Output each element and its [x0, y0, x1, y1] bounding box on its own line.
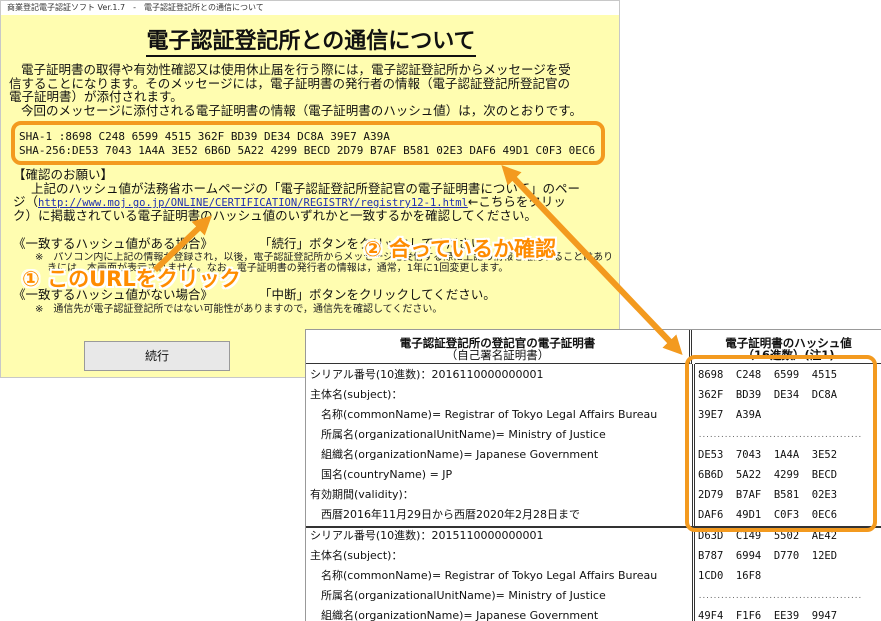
intro-line-1: 電子証明書の取得や有効性確認又は使用休止届を行う際には，電子認証登記所からメッセ…	[21, 62, 571, 77]
intro-line-3: 電子証明書）が添付されます。	[9, 89, 183, 104]
row-hash: 1CD0 16F8	[698, 570, 762, 582]
row-label: 所属名(organizationalUnitName)= Ministry of…	[321, 428, 606, 441]
callout-click-url: ① このURLをクリック	[22, 267, 241, 291]
nomatch-note: ※ 通信先が電子認証登記所ではない可能性がありますので，通信先を確認してください…	[35, 304, 443, 315]
table-row: 名称(commonName)= Registrar of Tokyo Legal…	[306, 566, 881, 586]
row-label: 所属名(organizationalUnitName)= Ministry of…	[321, 589, 606, 602]
row-label: 組織名(organizationName)= Japanese Governme…	[321, 609, 599, 621]
confirm-title: 【確認のお願い】	[13, 167, 114, 182]
table-hash-highlight	[685, 355, 877, 532]
callout-confirm-match: ② 合っているか確認	[364, 237, 557, 261]
hash-confirmation-dialog: 商業登記電子認証ソフト Ver.1.7 - 電子認証登記所との通信について 電子…	[0, 0, 620, 378]
dialog-heading-text: 電子認証登記所との通信について	[146, 28, 476, 57]
confirm-line-2-suffix: ←こちらをクリッ	[467, 194, 566, 209]
row-hash: 49F4 F1F6 EE39 9947	[698, 610, 838, 621]
header-certificate-subtitle: （自己署名証明書）	[445, 348, 550, 362]
row-label: 主体名(subject)：	[310, 549, 403, 562]
row-label: シリアル番号(10進数)：2015110000000001	[310, 529, 544, 542]
table-row: 所属名(organizationalUnitName)= Ministry of…	[306, 586, 881, 606]
intro-line-4: 今回のメッセージに添付される電子証明書の情報（電子証明書のハッシュ値）は，次のと…	[21, 103, 583, 118]
row-label: 組織名(organizationName)= Japanese Governme…	[321, 448, 599, 461]
confirm-line-3: ク）に掲載されている電子証明書のハッシュ値のいずれかと一致するかを確認してくださ…	[13, 208, 537, 223]
table-row: 組織名(organizationName)= Japanese Governme…	[306, 606, 881, 621]
continue-button[interactable]: 続行	[84, 341, 230, 371]
confirm-line-2-prefix: ジ（	[13, 194, 39, 209]
row-label: 主体名(subject)：	[310, 388, 403, 401]
window-title: 商業登記電子認証ソフト Ver.1.7 - 電子認証登記所との通信について	[1, 1, 619, 15]
row-hash: ........................................…	[698, 592, 862, 600]
row-label: 国名(countryName) = JP	[321, 468, 453, 481]
nomatch-action: 「中断」ボタンをクリックしてください。	[259, 287, 496, 302]
row-label: 名称(commonName)= Registrar of Tokyo Legal…	[321, 408, 658, 421]
match-label: 《一致するハッシュ値がある場合》	[13, 236, 214, 251]
table-header-certificate: 電子認証登記所の登記官の電子証明書 （自己署名証明書）	[306, 330, 692, 364]
row-label: シリアル番号(10進数)：2016110000000001	[310, 368, 544, 381]
row-label: 名称(commonName)= Registrar of Tokyo Legal…	[321, 569, 658, 582]
dialog-hash-highlight	[11, 121, 605, 165]
row-label: 西暦2016年11月29日から西暦2020年2月28日まで	[321, 508, 580, 521]
dialog-heading: 電子認証登記所との通信について	[1, 23, 621, 57]
table-row: 主体名(subject)： B787 6994 D770 12ED	[306, 546, 881, 566]
row-label: 有効期間(validity)：	[310, 488, 414, 501]
row-hash: B787 6994 D770 12ED	[698, 550, 838, 562]
